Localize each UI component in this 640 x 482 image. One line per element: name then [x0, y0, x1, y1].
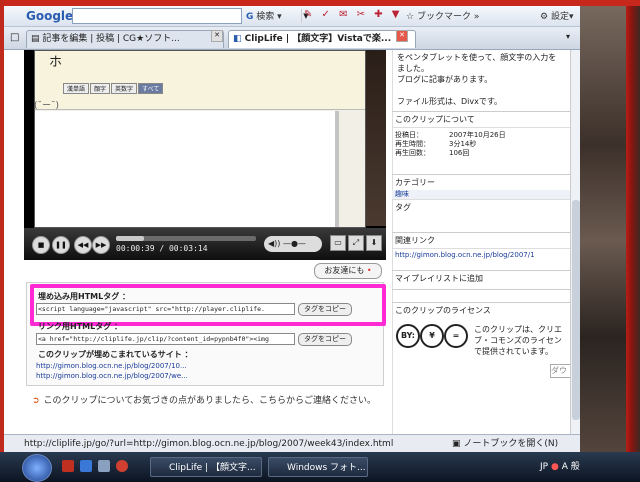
document-icon: ▤: [31, 34, 43, 44]
link-tag-label: リンク用HTMLタグ ：: [38, 322, 122, 331]
google-g-icon: G: [246, 12, 254, 22]
tab-cliplife[interactable]: ◧ ClipLife | 【顔文字】Vistaで楽...: [228, 30, 416, 48]
related-link[interactable]: http://gimon.blog.ocn.ne.jp/blog/2007/1: [392, 248, 570, 260]
bookmark-button[interactable]: ☆ ブックマーク »: [406, 9, 479, 22]
site-link[interactable]: http://gimon.blog.ocn.ne.jp/blog/2007/10…: [36, 362, 187, 370]
video-text-area: [35, 111, 339, 227]
clip-description: をペンタブレットを使って、顔文字の入力を ました。 ブログに記事があります。 フ…: [397, 53, 557, 106]
taskbar: ClipLife | 【顔文字... Windows フォト... JP ● A…: [0, 452, 640, 482]
cc-nc-icon: ¥: [420, 324, 444, 348]
tab-list-icon[interactable]: ▾: [566, 32, 570, 41]
fullscreen-icon[interactable]: ⤢: [348, 235, 364, 251]
embedded-sites-label: このクリップが埋めこまれているサイト ：: [38, 350, 193, 359]
cliplife-icon: ◧: [233, 34, 245, 44]
media-icon[interactable]: [116, 460, 128, 472]
player-controls: ■ ❚❚ ◀◀ ▶▶ 00:00:39 / 00:03:14 ◀)) —●— ▭…: [24, 228, 386, 260]
seek-bar[interactable]: [116, 236, 256, 241]
new-tab-icon[interactable]: □: [10, 32, 19, 43]
report-link[interactable]: ➲ このクリップについてお気づきの点がありましたら、こちらからご連絡ください。: [32, 393, 376, 406]
toolbar-icons[interactable]: ✎ ✓ ✉ ✂ ✚ ▼: [304, 9, 402, 20]
browser-window: Google ▼ G 検索 ▾ ✎ ✓ ✉ ✂ ✚ ▼ ☆ ブックマーク » ⚙…: [4, 6, 580, 452]
clip-info-section: このクリップについて 投稿日： 2007年10月26日 再生時間： 3分14秒 再生…: [392, 111, 570, 158]
cc-by-icon: BY:: [396, 324, 420, 348]
tab-edit-post[interactable]: ▤ 記事を編集 | 投稿 | CG★ソフト...: [26, 30, 224, 48]
system-tray[interactable]: JP ● A 般: [540, 459, 580, 472]
highlight-box: [30, 284, 386, 326]
tab-bar: □ ▤ 記事を編集 | 投稿 | CG★ソフト... ✕ ◧ ClipLife …: [4, 27, 580, 50]
ie-icon[interactable]: [80, 460, 92, 472]
ime-icon: ●: [550, 462, 559, 472]
folder-icon[interactable]: [98, 460, 110, 472]
settings-button[interactable]: ⚙ 設定▾: [540, 9, 573, 22]
tell-friend-button[interactable]: お友達にも •: [314, 263, 382, 279]
seek-progress: [116, 236, 144, 241]
download-icon[interactable]: ⬇: [366, 235, 382, 251]
forward-icon[interactable]: ▶▶: [92, 236, 110, 254]
google-logo: Google: [26, 9, 74, 23]
google-toolbar: Google ▼ G 検索 ▾ ✎ ✓ ✉ ✂ ✚ ▼ ☆ ブックマーク » ⚙…: [4, 6, 580, 27]
time-display: 00:00:39 / 00:03:14: [116, 244, 208, 253]
rewind-icon[interactable]: ◀◀: [74, 236, 92, 254]
stop-icon[interactable]: ■: [32, 236, 50, 254]
video-frame: ホ 漢単語 顔字 英数字 すべて: [34, 50, 366, 228]
arrow-icon: ➲: [32, 396, 40, 406]
volume-slider[interactable]: ◀)) —●—: [264, 236, 322, 252]
license-text: このクリップは、クリエ ブ・コモンズのライセン で提供されています。: [474, 325, 562, 356]
scrollbar[interactable]: [570, 50, 580, 434]
kaomoji-text: (˘ー˘): [34, 101, 60, 111]
category-section: カテゴリー 趣味 タグ: [392, 174, 570, 215]
quicklaunch-icon[interactable]: [62, 460, 74, 472]
toolbar-search-input[interactable]: ▼: [72, 8, 309, 24]
screen-size-icon[interactable]: ▭: [330, 235, 346, 251]
status-url: http://cliplife.jp/go/?url=http://gimon.…: [24, 439, 394, 449]
open-notebook-button[interactable]: ▣ ノートブックを開く(N): [452, 435, 558, 452]
photo-frame-right: [626, 0, 640, 482]
pause-icon[interactable]: ❚❚: [52, 236, 70, 254]
close-icon[interactable]: ✕: [211, 30, 223, 42]
copy-link-button[interactable]: タグをコピー: [298, 333, 352, 346]
related-links-section: 関連リンク http://gimon.blog.ocn.ne.jp/blog/2…: [392, 232, 570, 260]
video-ime-panel: ホ 漢単語 顔字 英数字 すべて: [35, 51, 365, 110]
taskbar-item-photo[interactable]: Windows フォト...: [268, 457, 368, 477]
search-button[interactable]: G 検索 ▾: [246, 9, 282, 22]
add-playlist-link[interactable]: マイプレイリストに追加: [392, 270, 570, 290]
category-link[interactable]: 趣味: [392, 190, 570, 199]
cc-nd-icon: =: [444, 324, 468, 348]
taskbar-item-cliplife[interactable]: ClipLife | 【顔文字...: [150, 457, 262, 477]
start-button[interactable]: [22, 454, 52, 482]
ime-tabs: 漢単語 顔字 英数字 すべて: [63, 83, 164, 94]
scrollbar-thumb[interactable]: [572, 200, 580, 420]
status-bar: http://cliplife.jp/go/?url=http://gimon.…: [4, 434, 580, 452]
link-code-input[interactable]: <a href="http://cliplife.jp/clip/?conten…: [36, 333, 295, 345]
close-icon[interactable]: ✕: [396, 30, 408, 42]
site-link[interactable]: http://gimon.blog.ocn.ne.jp/blog/2007/we…: [36, 372, 188, 380]
license-section: このクリップのライセンス: [392, 302, 570, 318]
